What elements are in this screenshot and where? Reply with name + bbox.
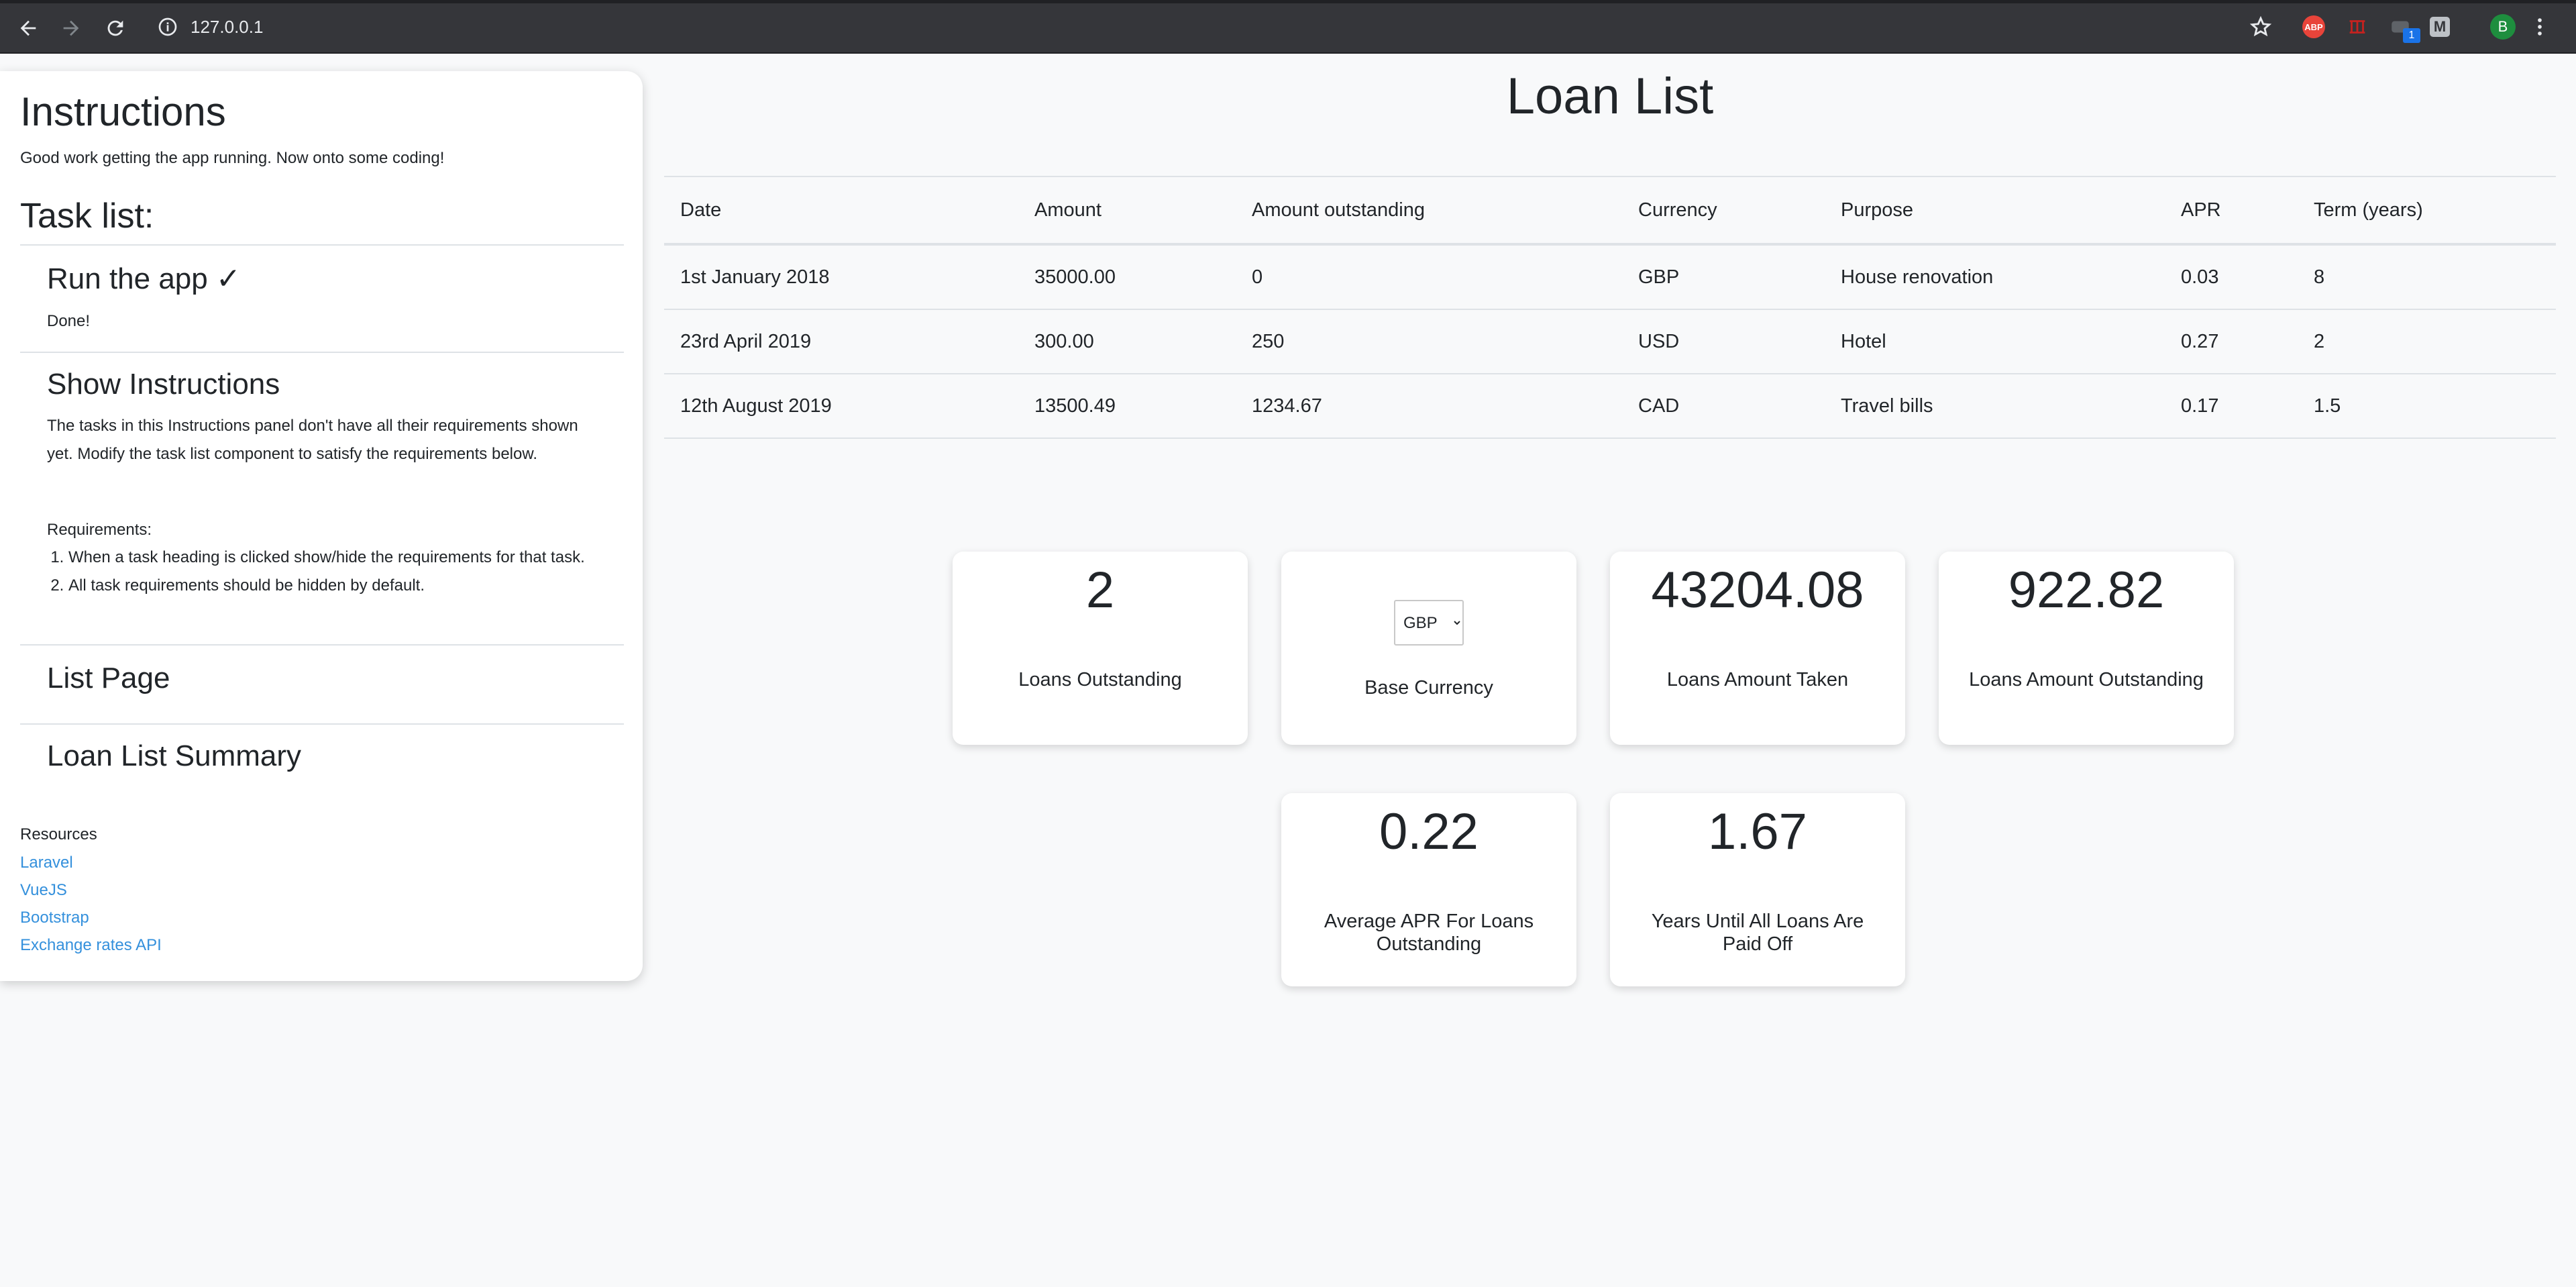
task-heading-loan-list-summary[interactable]: Loan List Summary xyxy=(47,739,301,773)
task-heading-list-page[interactable]: List Page xyxy=(47,662,170,695)
address-bar[interactable]: 127.0.0.1 xyxy=(191,13,263,40)
adblock-extension-icon[interactable]: ABP xyxy=(2302,15,2325,38)
instructions-panel: Instructions Good work getting the app r… xyxy=(0,71,643,981)
requirements-label: Requirements: xyxy=(47,521,152,539)
forward-arrow-icon xyxy=(63,20,79,36)
table-cell: 2 xyxy=(2298,309,2556,374)
back-button[interactable] xyxy=(13,13,43,43)
column-header: Currency xyxy=(1622,176,1825,246)
base-currency-select[interactable]: GBP xyxy=(1394,600,1464,646)
years-until-paid-value: 1.67 xyxy=(1708,803,1807,860)
requirements-list: When a task heading is clicked show/hide… xyxy=(47,544,619,600)
table-cell: 1st January 2018 xyxy=(664,244,1018,310)
amount-outstanding-value: 922.82 xyxy=(2008,562,2165,619)
table-cell: 13500.49 xyxy=(1018,374,1236,439)
table-cell: 0.17 xyxy=(2165,374,2298,439)
table-cell: USD xyxy=(1622,309,1825,374)
amount-taken-card: 43204.08 Loans Amount Taken xyxy=(1610,552,1905,745)
divider xyxy=(20,352,624,353)
notification-badge: 1 xyxy=(2403,28,2420,43)
divider xyxy=(20,723,624,725)
divider xyxy=(20,644,624,646)
loan-table: Date Amount Amount outstanding Currency … xyxy=(664,176,2556,439)
amount-outstanding-label: Loans Amount Outstanding xyxy=(1969,669,2204,690)
amount-taken-label: Loans Amount Taken xyxy=(1666,669,1849,690)
years-until-paid-label: Years Until All Loans Are Paid Off xyxy=(1651,911,1864,955)
task-heading-show-instructions[interactable]: Show Instructions xyxy=(47,368,280,401)
resource-link-laravel[interactable]: Laravel xyxy=(20,854,73,872)
table-cell: 1.5 xyxy=(2298,374,2556,439)
table-cell: 1234.67 xyxy=(1236,374,1622,439)
column-header: Date xyxy=(664,176,1018,246)
column-header: Purpose xyxy=(1825,176,2165,246)
info-icon[interactable] xyxy=(157,16,178,38)
base-currency-label: Base Currency xyxy=(1364,677,1493,699)
list-item: All task requirements should be hidden b… xyxy=(68,572,619,600)
loans-outstanding-label: Loans Outstanding xyxy=(1018,669,1182,690)
column-header: APR xyxy=(2165,176,2298,246)
column-header: Amount xyxy=(1018,176,1236,246)
table-cell: House renovation xyxy=(1825,244,2165,310)
back-arrow-icon xyxy=(20,20,36,36)
column-header: Term (years) xyxy=(2298,176,2556,246)
table-cell: 0.27 xyxy=(2165,309,2298,374)
resources-label: Resources xyxy=(20,825,97,843)
resource-link-exchange-rates-api[interactable]: Exchange rates API xyxy=(20,936,162,955)
profile-avatar[interactable]: B xyxy=(2490,14,2516,40)
task-text: Done! xyxy=(47,312,91,330)
average-apr-value: 0.22 xyxy=(1379,803,1479,860)
amount-taken-value: 43204.08 xyxy=(1651,562,1864,619)
table-cell: 23rd April 2019 xyxy=(664,309,1018,374)
table-cell: Hotel xyxy=(1825,309,2165,374)
task-list-heading: Task list: xyxy=(20,197,154,236)
table-cell: GBP xyxy=(1622,244,1825,310)
table-cell: Travel bills xyxy=(1825,374,2165,439)
resource-link-vuejs[interactable]: VueJS xyxy=(20,881,67,900)
bookmark-star-icon[interactable] xyxy=(2247,13,2274,40)
table-cell: CAD xyxy=(1622,374,1825,439)
task-heading-run-the-app[interactable]: Run the app ✓ xyxy=(47,262,241,296)
reload-button[interactable] xyxy=(101,13,130,43)
loans-outstanding-value: 2 xyxy=(1085,562,1115,619)
table-cell: 35000.00 xyxy=(1018,244,1236,310)
resource-link-bootstrap[interactable]: Bootstrap xyxy=(20,909,89,927)
task-text: The tasks in this Instructions panel don… xyxy=(47,417,578,463)
browser-toolbar: 127.0.0.1 ABP 1 M B xyxy=(0,0,2576,54)
table-cell: 0 xyxy=(1236,244,1622,310)
extension-m-icon[interactable]: M xyxy=(2430,17,2450,37)
list-item: When a task heading is clicked show/hide… xyxy=(68,544,619,572)
base-currency-card: GBP Base Currency xyxy=(1281,552,1576,745)
table-row: 12th August 2019 13500.49 1234.67 CAD Tr… xyxy=(664,374,2556,439)
table-cell: 0.03 xyxy=(2165,244,2298,310)
divider xyxy=(20,244,624,246)
average-apr-label: Average APR For Loans Outstanding xyxy=(1324,911,1534,955)
reload-icon xyxy=(107,20,123,36)
average-apr-card: 0.22 Average APR For Loans Outstanding xyxy=(1281,793,1576,986)
table-row: 23rd April 2019 300.00 250 USD Hotel 0.2… xyxy=(664,309,2556,374)
tab-strip xyxy=(0,0,2576,3)
table-cell: 250 xyxy=(1236,309,1622,374)
table-cell: 300.00 xyxy=(1018,309,1236,374)
table-header-row: Date Amount Amount outstanding Currency … xyxy=(664,176,2556,246)
page-title: Loan List xyxy=(1506,68,1714,125)
table-row: 1st January 2018 35000.00 0 GBP House re… xyxy=(664,244,2556,310)
extension-icon[interactable] xyxy=(2344,13,2371,40)
column-header: Amount outstanding xyxy=(1236,176,1622,246)
kebab-menu-icon[interactable] xyxy=(2526,13,2553,40)
years-until-paid-card: 1.67 Years Until All Loans Are Paid Off xyxy=(1610,793,1905,986)
loans-outstanding-card: 2 Loans Outstanding xyxy=(953,552,1248,745)
amount-outstanding-card: 922.82 Loans Amount Outstanding xyxy=(1939,552,2234,745)
table-cell: 12th August 2019 xyxy=(664,374,1018,439)
forward-button[interactable] xyxy=(56,13,86,43)
panel-title: Instructions xyxy=(20,89,226,134)
table-cell: 8 xyxy=(2298,244,2556,310)
intro-text: Good work getting the app running. Now o… xyxy=(20,149,445,167)
